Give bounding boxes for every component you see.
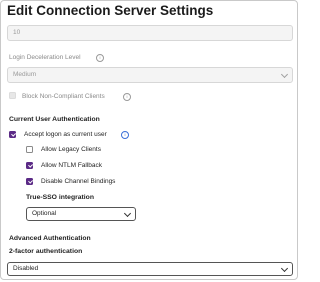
- advanced-auth-heading: Advanced Authentication: [9, 235, 91, 242]
- chevron-down-icon: [280, 70, 289, 79]
- info-icon[interactable]: i: [121, 131, 129, 139]
- two-factor-label: 2-factor authentication: [9, 248, 83, 255]
- allow-legacy-label: Allow Legacy Clients: [41, 146, 101, 153]
- two-factor-value: Disabled: [13, 265, 39, 272]
- settings-dialog: Edit Connection Server Settings 10 Login…: [0, 0, 298, 280]
- block-non-compliant-label: Block Non-Compliant Clients: [22, 93, 105, 100]
- disable-channel-checkbox[interactable]: [26, 178, 33, 185]
- login-deceleration-select: Medium: [7, 67, 293, 83]
- disable-channel-label: Disable Channel Bindings: [41, 178, 116, 185]
- accept-logon-label: Accept logon as current user: [24, 131, 107, 138]
- allow-ntlm-label: Allow NTLM Fallback: [41, 162, 103, 169]
- allow-ntlm-checkbox[interactable]: [26, 162, 33, 169]
- login-deceleration-value: Medium: [13, 71, 37, 78]
- accept-logon-checkbox[interactable]: [9, 131, 16, 138]
- info-icon[interactable]: i: [123, 93, 131, 101]
- two-factor-select[interactable]: Disabled: [7, 262, 293, 276]
- block-non-compliant-checkbox: [9, 92, 16, 99]
- connection-field: 10: [7, 25, 293, 41]
- true-sso-value: Optional: [32, 210, 57, 217]
- current-user-auth-heading: Current User Authentication: [9, 116, 100, 123]
- true-sso-select[interactable]: Optional: [26, 207, 136, 221]
- info-icon[interactable]: i: [96, 54, 104, 62]
- chevron-down-icon: [123, 209, 132, 218]
- true-sso-label: True-SSO integration: [26, 194, 94, 201]
- allow-legacy-checkbox[interactable]: [26, 146, 33, 153]
- chevron-down-icon: [280, 264, 289, 273]
- page-title: Edit Connection Server Settings: [7, 3, 214, 18]
- login-deceleration-label: Login Deceleration Level: [9, 54, 81, 61]
